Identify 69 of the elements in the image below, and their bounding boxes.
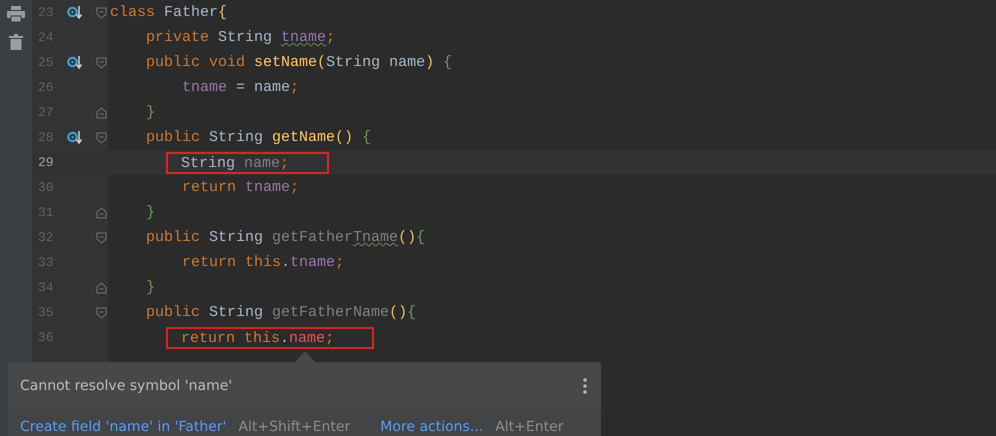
code-token: . <box>281 254 290 271</box>
code-token: name <box>289 330 326 346</box>
shortcut-hint: Alt+Enter <box>495 419 564 435</box>
code-token: return this <box>182 254 282 271</box>
code-token: public void <box>146 54 246 71</box>
error-message: Cannot resolve symbol 'name' <box>20 378 232 394</box>
override-icon[interactable] <box>67 54 84 70</box>
quick-fix-link[interactable]: More actions... <box>380 419 484 435</box>
code-token: setName <box>254 54 318 71</box>
code-token: return this <box>181 330 280 346</box>
code-token: { <box>218 4 228 21</box>
code-token: String <box>218 29 274 46</box>
code-token: () <box>335 129 354 146</box>
code-token: ( <box>317 54 326 71</box>
code-token: ) <box>425 54 436 71</box>
code-token: String <box>209 129 264 146</box>
override-icon[interactable] <box>67 4 84 20</box>
code-token: tname <box>290 254 336 271</box>
code-token: private <box>146 29 210 46</box>
code-token: } <box>146 204 156 221</box>
code-token: ; <box>290 179 300 196</box>
code-token: () <box>389 304 408 321</box>
code-token: getFatherName <box>272 304 390 321</box>
code-token: String name <box>326 54 426 71</box>
code-token: tname <box>245 179 290 196</box>
code-token: } <box>146 104 156 121</box>
code-token: Father <box>164 4 218 21</box>
code-token: name <box>244 154 280 172</box>
code-token: ; <box>290 79 300 96</box>
code-token: getName <box>272 129 336 146</box>
print-icon[interactable] <box>7 6 25 22</box>
code-token: = name <box>236 79 290 96</box>
fold-icon[interactable] <box>96 306 108 318</box>
fold-icon[interactable] <box>96 132 108 144</box>
code-token: String <box>181 154 236 172</box>
code-token: } <box>146 279 156 296</box>
code-token: () <box>398 229 416 246</box>
fold-icon[interactable] <box>96 232 108 244</box>
code-token: { <box>416 229 426 246</box>
code-token: tname <box>281 29 326 46</box>
code-token: tname <box>182 79 228 96</box>
code-token: class <box>110 4 156 21</box>
unfold-icon[interactable] <box>96 206 108 218</box>
code-token: return <box>182 179 238 196</box>
code-token: Tname <box>353 229 398 246</box>
code-token: ; <box>280 154 290 172</box>
code-token: { <box>443 54 452 71</box>
code-token: public <box>146 129 202 146</box>
line-number: 29 <box>37 155 55 170</box>
fold-icon[interactable] <box>96 56 108 68</box>
override-icon[interactable] <box>67 130 84 146</box>
quick-fix-link[interactable]: Create field 'name' in 'Father' <box>20 419 226 435</box>
code-token: ; <box>325 330 334 346</box>
trash-icon[interactable] <box>9 34 23 50</box>
code-token: String <box>209 229 264 246</box>
code-token: String <box>209 304 264 321</box>
fold-icon[interactable] <box>96 6 108 18</box>
unfold-icon[interactable] <box>96 282 108 294</box>
shortcut-hint: Alt+Shift+Enter <box>238 419 350 435</box>
more-options-icon[interactable] <box>583 378 587 394</box>
code-token: { <box>407 304 416 321</box>
code-token: public <box>146 304 202 321</box>
code-token: ; <box>326 29 336 46</box>
code-token: { <box>362 129 372 146</box>
code-token: ; <box>335 254 344 271</box>
code-token: public <box>146 229 202 246</box>
code-token: getFather <box>272 229 354 246</box>
code-token: . <box>280 330 290 346</box>
unfold-icon[interactable] <box>96 106 108 118</box>
